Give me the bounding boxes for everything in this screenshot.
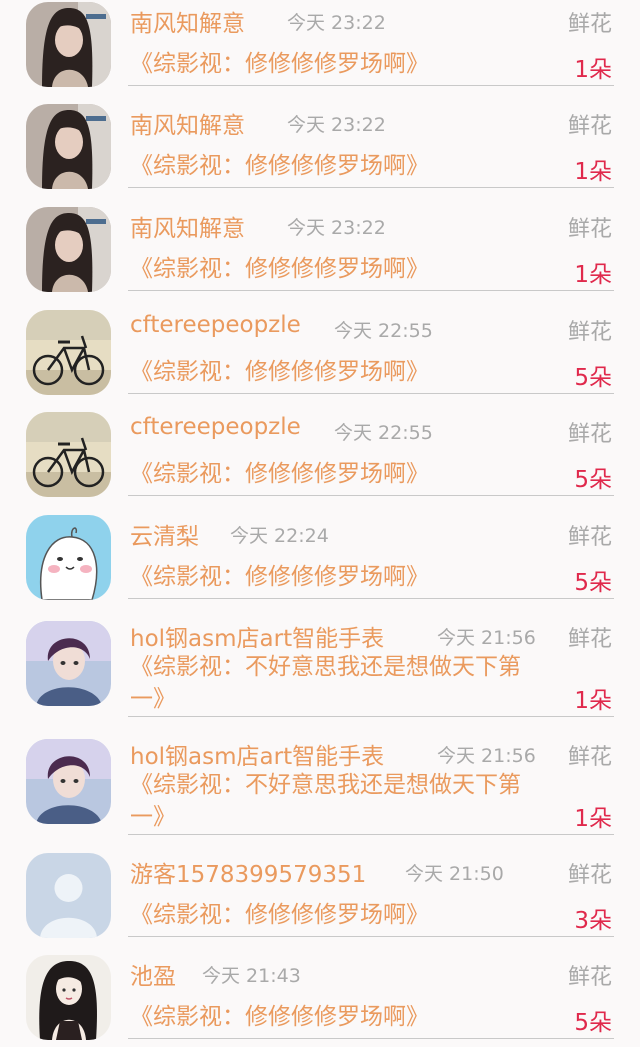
gift-type-label: 鲜花 [567,320,612,345]
timestamp: 今天 22:55 [334,422,433,444]
flower-count: 1朵 [574,159,612,185]
list-item[interactable]: 池盈 今天 21:43 鲜花 《综影视：修修修修罗场啊》 5朵 [0,953,640,1047]
row-divider [128,495,614,496]
list-item[interactable]: cftereepeopzle 今天 22:55 鲜花 《综影视：修修修修罗场啊》 5朵 [0,410,640,512]
flower-gift-list: 南风知解意 今天 23:22 鲜花 《综影视：修修修修罗场啊》 1朵 南风知解意 今天 23… [0,0,640,1047]
row-divider [128,290,614,291]
row-divider [128,85,614,86]
avatar[interactable] [26,310,111,395]
flower-count: 1朵 [574,688,612,714]
user-name[interactable]: cftereepeopzle [130,312,301,338]
timestamp: 今天 21:50 [405,863,504,885]
flower-count: 5朵 [574,1010,612,1036]
gift-type-label: 鲜花 [567,745,612,770]
gift-type-label: 鲜花 [567,422,612,447]
book-title[interactable]: 《综影视：修修修修罗场啊》 [130,561,555,593]
list-item[interactable]: 云清梨 今天 22:24 鲜花 《综影视：修修修修罗场啊》 5朵 [0,513,640,615]
user-name[interactable]: hol钢asm店art智能手表 [130,737,384,771]
gift-type-label: 鲜花 [567,627,612,652]
avatar[interactable] [26,2,111,87]
flower-count: 5朵 [574,365,612,391]
book-title[interactable]: 《综影视：修修修修罗场啊》 [130,1001,555,1033]
row-divider [128,936,614,937]
user-name[interactable]: 南风知解意 [130,4,245,38]
avatar[interactable] [26,739,111,824]
gift-type-label: 鲜花 [567,114,612,139]
user-name[interactable]: 南风知解意 [130,209,245,243]
list-item[interactable]: 游客1578399579351 今天 21:50 鲜花 《综影视：修修修修罗场啊》 3朵 [0,851,640,953]
list-item[interactable]: 南风知解意 今天 23:22 鲜花 《综影视：修修修修罗场啊》 1朵 [0,0,640,102]
timestamp: 今天 23:22 [287,114,386,136]
flower-count: 1朵 [574,262,612,288]
timestamp: 今天 21:56 [437,745,536,767]
book-title[interactable]: 《综影视：不好意思我还是想做天下第一》 [130,769,555,833]
book-title[interactable]: 《综影视：修修修修罗场啊》 [130,150,555,182]
list-item[interactable]: cftereepeopzle 今天 22:55 鲜花 《综影视：修修修修罗场啊》 5朵 [0,308,640,410]
timestamp: 今天 23:22 [287,12,386,34]
user-name[interactable]: 云清梨 [130,517,199,551]
flower-count: 5朵 [574,467,612,493]
row-divider [128,1038,614,1039]
user-name[interactable]: 游客1578399579351 [130,855,366,889]
avatar[interactable] [26,207,111,292]
user-name[interactable]: cftereepeopzle [130,414,301,440]
row-divider [128,187,614,188]
book-title[interactable]: 《综影视：修修修修罗场啊》 [130,899,555,931]
row-divider [128,393,614,394]
row-divider [128,716,614,717]
flower-count: 5朵 [574,570,612,596]
flower-count: 1朵 [574,806,612,832]
avatar[interactable] [26,621,111,706]
timestamp: 今天 21:43 [202,965,301,987]
user-name[interactable]: 池盈 [130,957,176,991]
avatar[interactable] [26,955,111,1040]
avatar[interactable] [26,515,111,600]
timestamp: 今天 21:56 [437,627,536,649]
list-item[interactable]: 南风知解意 今天 23:22 鲜花 《综影视：修修修修罗场啊》 1朵 [0,102,640,204]
timestamp: 今天 22:55 [334,320,433,342]
book-title[interactable]: 《综影视：修修修修罗场啊》 [130,458,555,490]
user-name[interactable]: 南风知解意 [130,106,245,140]
book-title[interactable]: 《综影视：修修修修罗场啊》 [130,48,555,80]
gift-type-label: 鲜花 [567,965,612,990]
avatar[interactable] [26,853,111,938]
book-title[interactable]: 《综影视：不好意思我还是想做天下第一》 [130,651,555,715]
list-item[interactable]: hol钢asm店art智能手表 今天 21:56 鲜花 《综影视：不好意思我还是想做天… [0,615,640,733]
flower-count: 1朵 [574,57,612,83]
avatar[interactable] [26,104,111,189]
user-name[interactable]: hol钢asm店art智能手表 [130,619,384,653]
row-divider [128,598,614,599]
list-item[interactable]: 南风知解意 今天 23:22 鲜花 《综影视：修修修修罗场啊》 1朵 [0,205,640,307]
flower-count: 3朵 [574,908,612,934]
timestamp: 今天 22:24 [230,525,329,547]
avatar[interactable] [26,412,111,497]
book-title[interactable]: 《综影视：修修修修罗场啊》 [130,356,555,388]
gift-type-label: 鲜花 [567,863,612,888]
gift-type-label: 鲜花 [567,525,612,550]
row-divider [128,834,614,835]
list-item[interactable]: hol钢asm店art智能手表 今天 21:56 鲜花 《综影视：不好意思我还是想做天… [0,733,640,851]
gift-type-label: 鲜花 [567,12,612,37]
gift-type-label: 鲜花 [567,217,612,242]
timestamp: 今天 23:22 [287,217,386,239]
book-title[interactable]: 《综影视：修修修修罗场啊》 [130,253,555,285]
